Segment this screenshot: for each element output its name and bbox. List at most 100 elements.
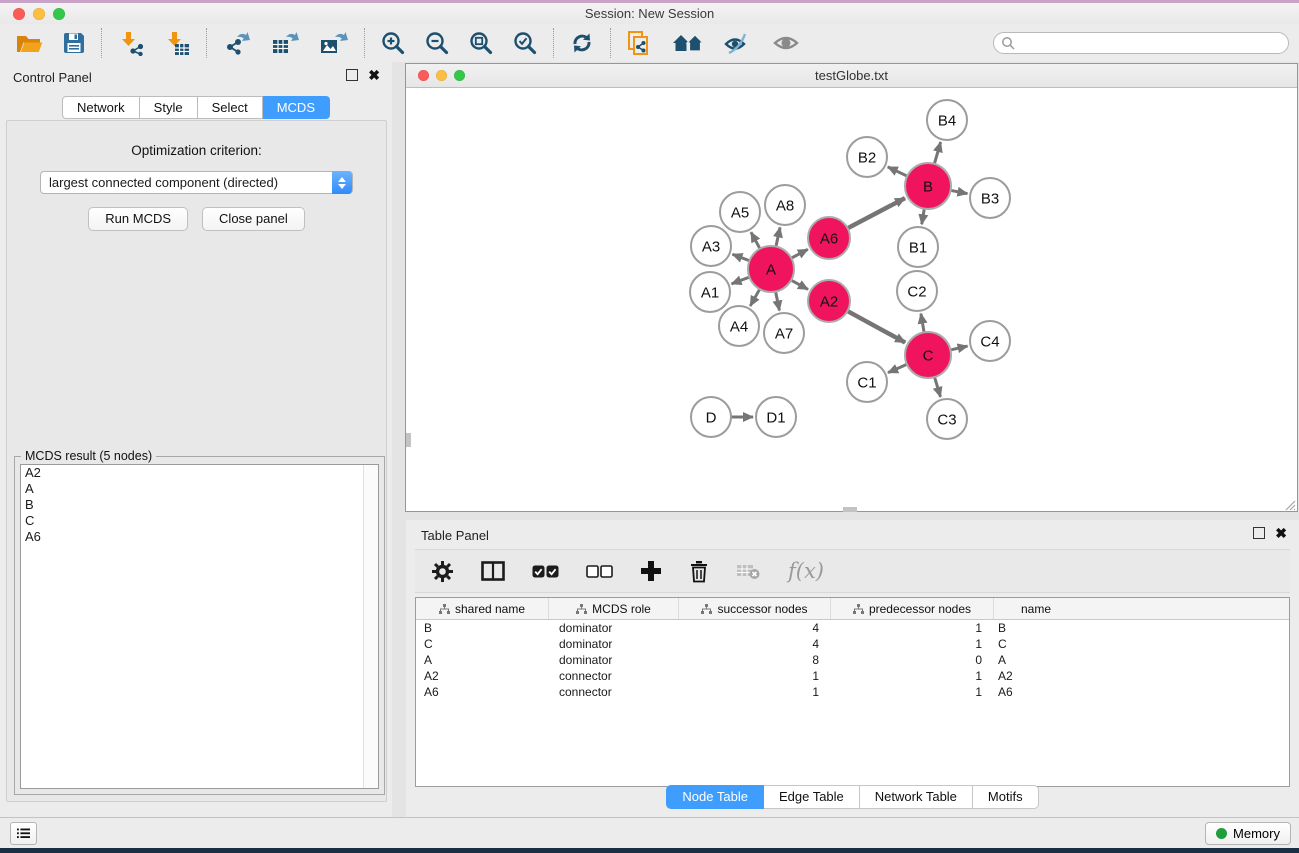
column-header-name[interactable]: name	[994, 598, 1078, 619]
graph-edge-A-A3[interactable]	[732, 254, 750, 261]
graph-node-A7[interactable]: A7	[764, 313, 804, 353]
graph-node-D[interactable]: D	[691, 397, 731, 437]
graph-edge-C-C2[interactable]	[921, 314, 924, 334]
tab-edge-table[interactable]: Edge Table	[764, 785, 860, 809]
graph-edge-B-B4[interactable]	[934, 142, 941, 165]
tab-motifs[interactable]: Motifs	[973, 785, 1039, 809]
show-panels-button[interactable]	[10, 822, 37, 845]
import-network-button[interactable]	[118, 28, 144, 58]
mcds-result-item[interactable]: A6	[21, 529, 378, 545]
column-header-successor-nodes[interactable]: successor nodes	[679, 598, 831, 619]
create-column-button[interactable]	[640, 556, 662, 586]
float-panel-button[interactable]	[346, 69, 358, 81]
import-table-button[interactable]	[164, 28, 190, 58]
graph-node-B4[interactable]: B4	[927, 100, 967, 140]
graph-node-B3[interactable]: B3	[970, 178, 1010, 218]
table-row[interactable]: Bdominator41B	[416, 620, 1289, 636]
graph-node-C2[interactable]: C2	[897, 271, 937, 311]
graph-edge-A-A1[interactable]	[732, 277, 751, 284]
network-canvas[interactable]: ABCA6A2A1A3A4A5A7A8B1B2B3B4C1C2C3C4DD1	[406, 88, 1297, 512]
mcds-result-item[interactable]: A2	[21, 465, 378, 481]
table-row[interactable]: Cdominator41C	[416, 636, 1289, 652]
criterion-dropdown[interactable]: largest connected component (directed)	[40, 171, 353, 194]
graph-edge-A-A5[interactable]	[751, 232, 761, 249]
graph-edge-A2-C[interactable]	[847, 311, 906, 343]
horizontal-scroll-indicator[interactable]	[843, 507, 857, 512]
delete-table-button[interactable]	[736, 556, 761, 586]
tab-network-table[interactable]: Network Table	[860, 785, 973, 809]
graph-edge-A-A8[interactable]	[776, 227, 780, 247]
memory-button[interactable]: Memory	[1205, 822, 1291, 845]
zoom-selected-button[interactable]	[513, 28, 537, 58]
graph-edge-A-A6[interactable]	[790, 249, 807, 258]
graph-node-A6[interactable]: A6	[808, 217, 850, 259]
table-panel-mode-button[interactable]	[481, 556, 505, 586]
graph-node-A3[interactable]: A3	[691, 226, 731, 266]
clone-network-button[interactable]	[627, 28, 652, 58]
column-header-predecessor-nodes[interactable]: predecessor nodes	[831, 598, 994, 619]
zoom-in-button[interactable]	[381, 28, 405, 58]
table-row[interactable]: A6connector11A6	[416, 684, 1289, 700]
refresh-button[interactable]	[570, 28, 594, 58]
graph-edge-A6-B[interactable]	[847, 198, 905, 229]
home-button[interactable]	[672, 28, 704, 58]
graph-node-A2[interactable]: A2	[808, 280, 850, 322]
close-panel-button[interactable]: ✖	[368, 69, 380, 81]
graph-node-A4[interactable]: A4	[719, 306, 759, 346]
hide-selected-button[interactable]	[724, 28, 752, 58]
tab-mcds[interactable]: MCDS	[263, 96, 330, 119]
graph-node-C4[interactable]: C4	[970, 321, 1010, 361]
graph-node-B[interactable]: B	[905, 163, 951, 209]
tab-network[interactable]: Network	[62, 96, 140, 119]
graph-node-C[interactable]: C	[905, 332, 951, 378]
zoom-out-button[interactable]	[425, 28, 449, 58]
hide-all-columns-button[interactable]	[586, 556, 613, 586]
save-session-button[interactable]	[63, 28, 85, 58]
close-table-panel-button[interactable]: ✖	[1275, 527, 1287, 539]
graph-edge-B-B1[interactable]	[922, 208, 925, 225]
vertical-scroll-indicator[interactable]	[406, 433, 411, 447]
delete-columns-button[interactable]	[689, 556, 709, 586]
graph-node-C1[interactable]: C1	[847, 362, 887, 402]
run-mcds-button[interactable]: Run MCDS	[88, 207, 188, 231]
export-network-button[interactable]	[223, 28, 251, 58]
function-builder-button[interactable]: f(x)	[788, 559, 824, 583]
mcds-result-list[interactable]: A2ABCA6	[20, 464, 379, 789]
graph-edge-A-A2[interactable]	[790, 280, 808, 290]
table-row[interactable]: A2connector11A2	[416, 668, 1289, 684]
zoom-fit-button[interactable]	[469, 28, 493, 58]
graph-node-C3[interactable]: C3	[927, 399, 967, 439]
graph-edge-C-C4[interactable]	[949, 346, 967, 350]
graph-node-A[interactable]: A	[748, 246, 794, 292]
open-session-button[interactable]	[16, 28, 43, 58]
export-table-button[interactable]	[271, 28, 299, 58]
column-header-shared-name[interactable]: shared name	[416, 598, 549, 619]
graph-edge-A-A7[interactable]	[775, 291, 779, 311]
show-all-columns-button[interactable]	[532, 556, 559, 586]
table-row[interactable]: Adominator80A	[416, 652, 1289, 668]
close-panel-button-mcds[interactable]: Close panel	[202, 207, 305, 231]
export-image-button[interactable]	[319, 28, 348, 58]
graph-node-A8[interactable]: A8	[765, 185, 805, 225]
graph-node-B2[interactable]: B2	[847, 137, 887, 177]
graph-edge-B-B3[interactable]	[950, 190, 968, 193]
graph-node-B1[interactable]: B1	[898, 227, 938, 267]
mcds-result-item[interactable]: B	[21, 497, 378, 513]
graph-node-A5[interactable]: A5	[720, 192, 760, 232]
float-table-panel-button[interactable]	[1253, 527, 1265, 539]
graph-edge-B-B2[interactable]	[888, 167, 908, 177]
graph-edge-C-C1[interactable]	[888, 364, 908, 373]
show-all-button[interactable]	[772, 28, 800, 58]
graph-edge-C-C3[interactable]	[934, 376, 940, 397]
search-input[interactable]	[993, 32, 1289, 54]
graph-edge-A-A4[interactable]	[750, 288, 760, 306]
result-list-scrollbar[interactable]	[363, 465, 378, 788]
tab-select[interactable]: Select	[198, 96, 263, 119]
resize-grip-icon[interactable]	[1283, 498, 1296, 511]
mcds-result-item[interactable]: C	[21, 513, 378, 529]
mcds-result-item[interactable]: A	[21, 481, 378, 497]
tab-style[interactable]: Style	[140, 96, 198, 119]
graph-node-A1[interactable]: A1	[690, 272, 730, 312]
tab-node-table[interactable]: Node Table	[666, 785, 764, 809]
table-settings-button[interactable]	[431, 556, 454, 586]
